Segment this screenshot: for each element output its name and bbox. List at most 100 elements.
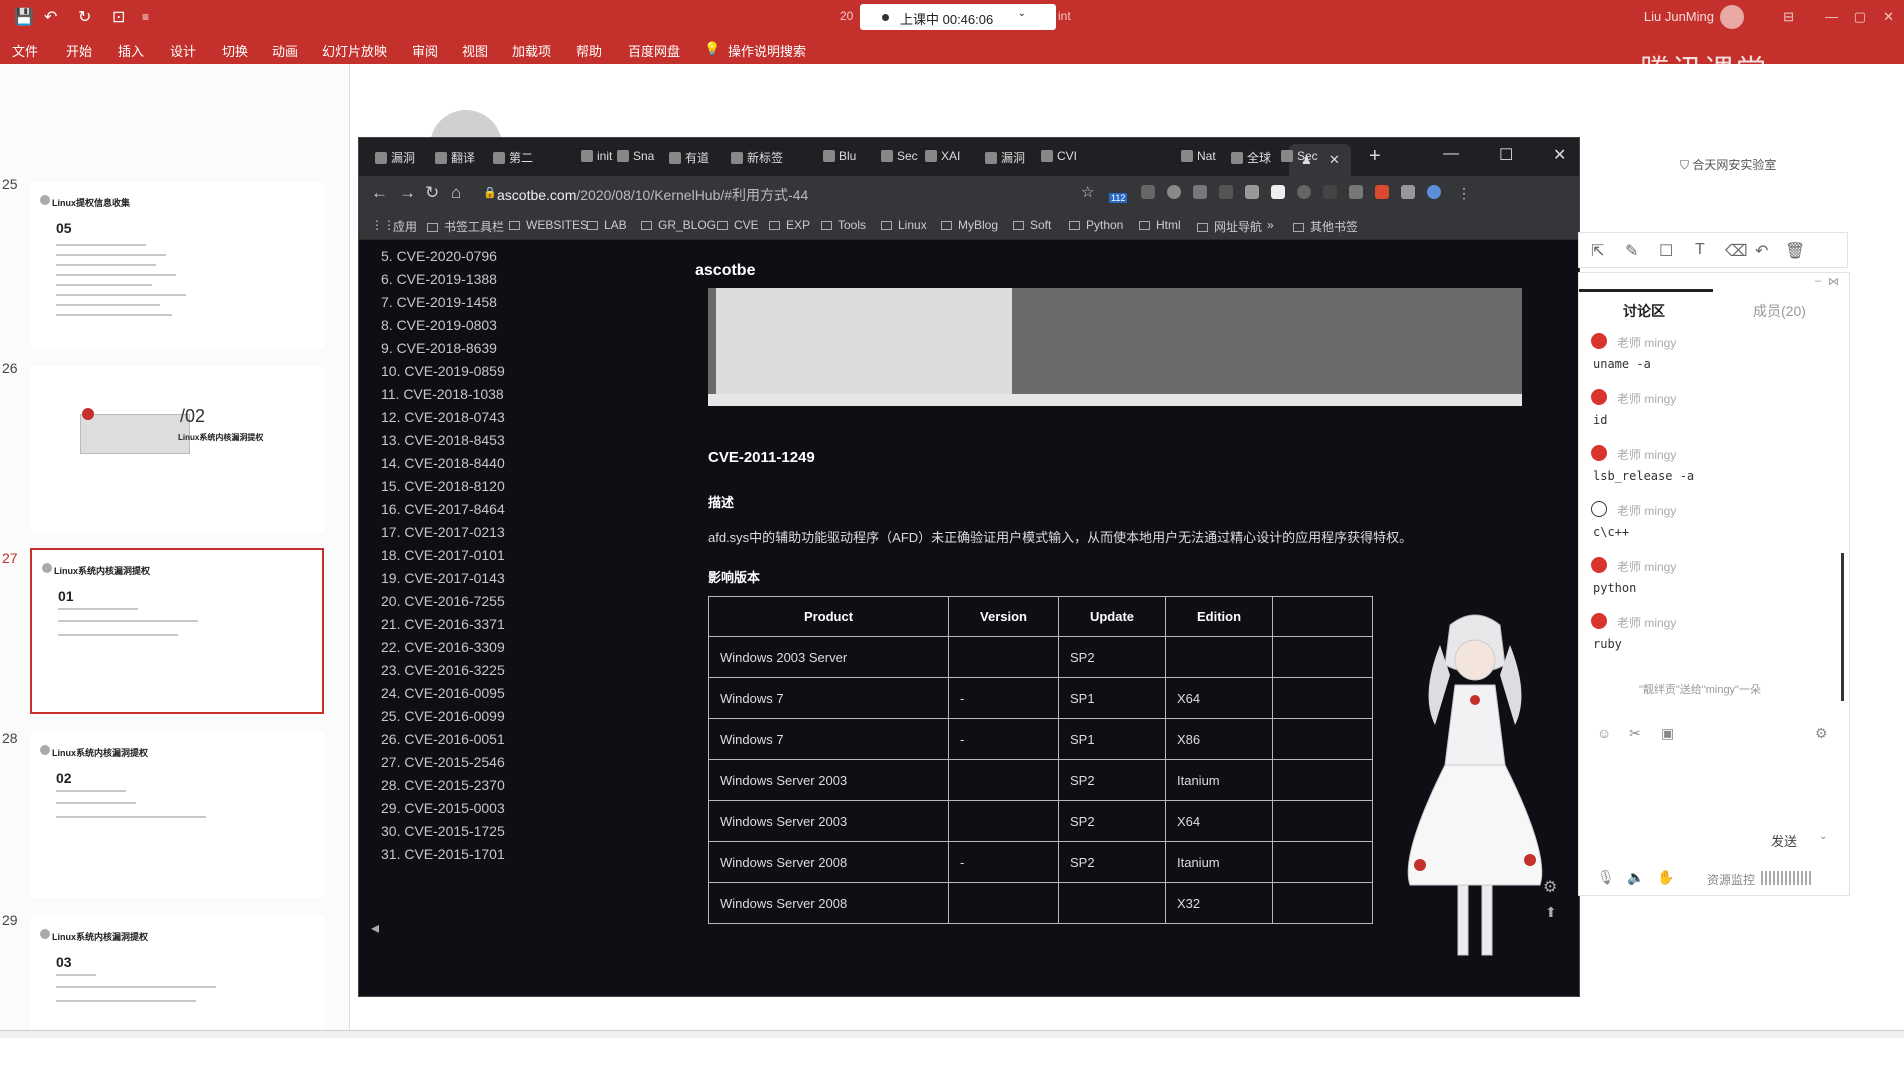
undo-icon[interactable]: ↶	[1755, 241, 1768, 261]
extension-icon[interactable]	[1323, 185, 1337, 199]
ribbon-help[interactable]: 帮助	[576, 41, 602, 60]
browser-tab[interactable]: Nat	[1181, 149, 1216, 163]
browser-tab[interactable]: XAI	[925, 149, 960, 163]
microphone-icon[interactable]: 🎙	[1597, 869, 1615, 886]
toc-item[interactable]: 31. CVE-2015-1701	[381, 846, 505, 862]
toc-item[interactable]: 27. CVE-2015-2546	[381, 754, 505, 770]
sidebar-toggle-icon[interactable]: ◂	[371, 918, 379, 938]
browser-tab[interactable]: 漏洞	[375, 149, 415, 166]
bookmark-folder-gr-blog[interactable]: GR_BLOG	[641, 218, 716, 232]
ribbon-display-icon[interactable]: ⊟	[1783, 9, 1794, 25]
browser-tab[interactable]: init	[581, 149, 612, 163]
slide-thumb-25[interactable]: Linux提权信息收集 05	[30, 182, 324, 348]
pen-icon[interactable]: ✎	[1625, 241, 1638, 261]
tab-discussion[interactable]: 讨论区	[1623, 301, 1665, 321]
new-tab-icon[interactable]: +	[1369, 145, 1381, 168]
ribbon-animations[interactable]: 动画	[272, 41, 298, 60]
toc-item[interactable]: 29. CVE-2015-0003	[381, 800, 505, 816]
user-name[interactable]: Liu JunMing	[1644, 9, 1714, 24]
toc-item[interactable]: 12. CVE-2018-0743	[381, 409, 505, 425]
tab-close-icon[interactable]: ✕	[1329, 152, 1340, 168]
bookmark-folder-websites[interactable]: WEBSITES	[509, 218, 588, 232]
shape-icon[interactable]: ☐	[1659, 241, 1673, 261]
ribbon-transitions[interactable]: 切换	[222, 41, 248, 60]
bookmark-folder-html[interactable]: Html	[1139, 218, 1181, 232]
extension-icon[interactable]	[1193, 185, 1207, 199]
toc-item[interactable]: 6. CVE-2019-1388	[381, 271, 497, 287]
image-icon[interactable]: ▣	[1661, 725, 1674, 742]
home-icon[interactable]: ⌂	[451, 183, 461, 203]
toc-item[interactable]: 24. CVE-2016-0095	[381, 685, 505, 701]
extension-icon[interactable]	[1427, 185, 1441, 199]
toc-item[interactable]: 19. CVE-2017-0143	[381, 570, 505, 586]
emoji-icon[interactable]: ☺	[1597, 725, 1611, 741]
ribbon-review[interactable]: 审阅	[412, 41, 438, 60]
browser-tab[interactable]: Sna	[617, 149, 654, 163]
bookmark-star-icon[interactable]: ☆	[1081, 183, 1094, 201]
bookmark-folder-nav[interactable]: 网址导航	[1197, 218, 1262, 235]
scissors-icon[interactable]: ✂	[1629, 725, 1641, 742]
chevron-down-icon[interactable]: ⌄	[1819, 831, 1827, 842]
toc-item[interactable]: 18. CVE-2017-0101	[381, 547, 505, 563]
slide-thumbnail-panel[interactable]: 25 Linux提权信息收集 05 26 /02 Linux系统内核漏洞提权 2…	[0, 64, 350, 1082]
address-bar[interactable]: ascotbe.com/2020/08/10/KernelHub/#利用方式-4…	[497, 185, 808, 205]
toc-item[interactable]: 17. CVE-2017-0213	[381, 524, 505, 540]
minimize-icon[interactable]: —	[1443, 145, 1459, 163]
bookmark-apps[interactable]: 应用	[393, 218, 417, 235]
toc-item[interactable]: 15. CVE-2018-8120	[381, 478, 505, 494]
ribbon-home[interactable]: 开始	[66, 41, 92, 60]
extension-icon[interactable]	[1245, 185, 1259, 199]
hand-icon[interactable]: ✋	[1657, 869, 1674, 886]
toc-item[interactable]: 26. CVE-2016-0051	[381, 731, 505, 747]
forward-icon[interactable]: →	[399, 183, 416, 203]
toc-item[interactable]: 13. CVE-2018-8453	[381, 432, 505, 448]
avatar[interactable]	[1720, 5, 1744, 29]
bookmark-folder-other[interactable]: 其他书签	[1293, 218, 1358, 235]
extension-icon[interactable]	[1271, 185, 1285, 199]
extension-icon[interactable]	[1401, 185, 1415, 199]
save-icon[interactable]: 💾	[14, 7, 34, 27]
send-button[interactable]: 发送	[1771, 831, 1797, 850]
redo-icon[interactable]: ↻	[78, 7, 91, 27]
close-icon[interactable]: ✕	[1553, 145, 1566, 165]
ribbon-baidu[interactable]: 百度网盘	[628, 41, 680, 60]
extension-icon[interactable]	[1349, 185, 1363, 199]
browser-tab[interactable]: 漏洞	[985, 149, 1025, 166]
slide-thumb-27[interactable]: Linux系统内核漏洞提权 01	[30, 548, 324, 714]
toc-item[interactable]: 20. CVE-2016-7255	[381, 593, 505, 609]
reload-icon[interactable]: ↻	[425, 183, 439, 203]
chat-scrollbar[interactable]	[1841, 553, 1844, 701]
minimize-icon[interactable]: —	[1825, 9, 1838, 24]
extension-icon[interactable]	[1375, 185, 1389, 199]
bookmark-folder-myblog[interactable]: MyBlog	[941, 218, 998, 232]
slide-thumb-28[interactable]: Linux系统内核漏洞提权 02	[30, 732, 324, 898]
bookmark-folder-soft[interactable]: Soft	[1013, 218, 1051, 232]
bookmark-folder-tools[interactable]: Tools	[821, 218, 866, 232]
back-icon[interactable]: ←	[371, 183, 388, 203]
browser-tab[interactable]: CVI	[1041, 149, 1077, 163]
toc-item[interactable]: 23. CVE-2016-3225	[381, 662, 505, 678]
menu-kebab-icon[interactable]: ⋮	[1457, 185, 1471, 202]
toc-item[interactable]: 14. CVE-2018-8440	[381, 455, 505, 471]
resource-monitor-label[interactable]: 资源监控	[1707, 871, 1755, 888]
panel-pin-icon[interactable]: ⋈	[1828, 275, 1839, 288]
browser-tab[interactable]: 有道	[669, 149, 709, 166]
extension-icon[interactable]	[1297, 185, 1311, 199]
extension-icon[interactable]	[1167, 185, 1181, 199]
maximize-icon[interactable]: ☐	[1499, 145, 1513, 165]
ribbon-search[interactable]: 操作说明搜索	[728, 41, 806, 60]
chat-input[interactable]	[1591, 751, 1837, 821]
presenter-icon[interactable]: ⊡	[112, 7, 125, 27]
toc-item[interactable]: 28. CVE-2015-2370	[381, 777, 505, 793]
slide-thumb-26[interactable]: /02 Linux系统内核漏洞提权	[30, 366, 324, 532]
ribbon-slideshow[interactable]: 幻灯片放映	[322, 41, 387, 60]
ribbon-insert[interactable]: 插入	[118, 41, 144, 60]
bookmark-folder-toolbar[interactable]: 书签工具栏	[427, 218, 504, 235]
text-tool-icon[interactable]: T	[1695, 241, 1705, 259]
panel-minimize-icon[interactable]: –	[1815, 275, 1821, 287]
site-name[interactable]: ascotbe	[695, 262, 755, 280]
ribbon-view[interactable]: 视图	[462, 41, 488, 60]
browser-tab[interactable]: Sec	[881, 149, 918, 163]
browser-tab[interactable]: 翻译	[435, 149, 475, 166]
speaker-icon[interactable]: 🔈	[1627, 869, 1644, 886]
